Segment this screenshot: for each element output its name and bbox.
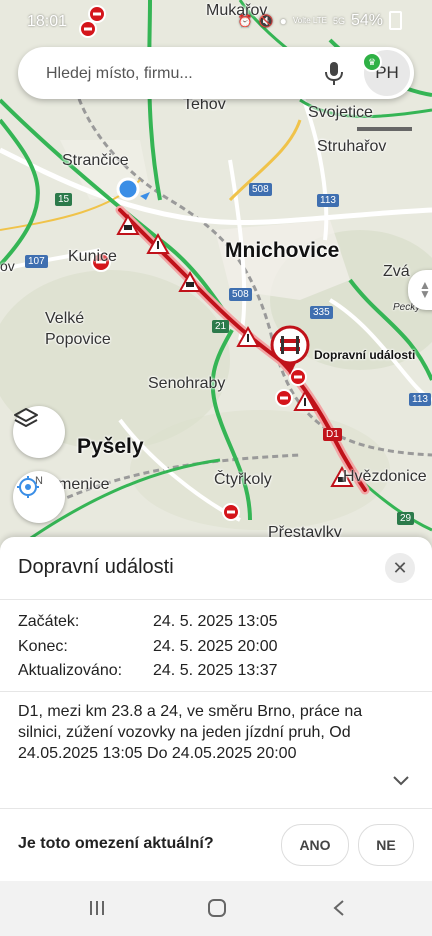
microphone-icon[interactable] [322, 59, 346, 87]
end-label: Konec: [18, 638, 68, 655]
end-value: 24. 5. 2025 20:00 [153, 638, 278, 655]
road-shield-107: 107 [25, 255, 48, 268]
back-icon [333, 900, 344, 916]
road-shield-335: 335 [310, 306, 333, 319]
mute-icon: 🔇 [258, 13, 274, 28]
sheet-title: Dopravní události [18, 556, 174, 578]
divider [0, 808, 432, 809]
place-velke-popovice: Velké Popovice [45, 310, 111, 348]
user-avatar[interactable]: ♛ PH [362, 50, 410, 96]
road-shield-508: 508 [249, 183, 272, 196]
alarm-icon: ⏰ [237, 13, 253, 28]
place-tehov: Tehov [183, 96, 226, 113]
expand-chevron-icon[interactable] [392, 775, 410, 787]
recents-icon [90, 901, 104, 915]
yes-button[interactable]: ANO [281, 824, 349, 866]
road-shield-508-b: 508 [229, 288, 252, 301]
search-input[interactable] [44, 61, 308, 87]
road-shield-21: 21 [212, 320, 230, 333]
divider [0, 691, 432, 692]
feedback-question: Je toto omezení aktuální? [18, 835, 214, 852]
updated-label: Aktualizováno: [18, 662, 123, 679]
place-pysely: Pyšely [77, 435, 144, 458]
place-zva: Zvá [383, 263, 410, 280]
place-struharov: Struhařov [317, 138, 387, 155]
crown-icon: ♛ [362, 52, 382, 72]
side-panel-handle[interactable]: ▲ ▼ [408, 270, 432, 310]
place-senohraby: Senohraby [148, 375, 226, 392]
back-button[interactable] [332, 899, 346, 922]
home-icon [208, 899, 226, 917]
signal-5g-label: 5G [332, 15, 345, 26]
close-icon: ✕ [392, 557, 408, 578]
place-hvezdonice: Hvězdonice [343, 468, 427, 485]
event-description: D1, mezi km 23.8 a 24, ve směru Brno, pr… [18, 703, 363, 762]
search-bar[interactable]: ♛ PH [18, 47, 414, 99]
road-shield-15: 15 [55, 193, 73, 206]
start-row: Začátek: 24. 5. 2025 13:05 [18, 613, 278, 631]
status-bar: 18:01 ⏰ 🔇 ● Volte LTE 5G 54% [0, 0, 432, 40]
home-button[interactable] [207, 899, 227, 922]
start-label: Začátek: [18, 613, 80, 630]
road-shield-d1: D1 [323, 428, 342, 441]
road-shield-113-b: 113 [409, 393, 431, 406]
locate-icon [17, 476, 39, 498]
place-menice: menice [58, 476, 110, 493]
updated-value: 24. 5. 2025 13:37 [153, 662, 278, 679]
layers-icon [14, 408, 38, 427]
place-strancice: Strančice [62, 152, 129, 169]
place-ctyrkoly: Čtyřkoly [214, 471, 272, 488]
current-location-dot [116, 177, 140, 201]
recent-apps-button[interactable] [88, 899, 106, 922]
place-kunice: Kunice [68, 248, 117, 265]
status-time: 18:01 [27, 13, 68, 30]
no-button[interactable]: NE [358, 824, 414, 866]
battery-icon [389, 11, 402, 30]
location-icon: ● [279, 13, 287, 28]
selected-event-label: Dopravní události [314, 348, 416, 362]
place-ov: ov [0, 258, 15, 274]
place-svojetice: Svojetice [308, 104, 373, 121]
chevron-down-icon: ▼ [419, 287, 431, 301]
start-value: 24. 5. 2025 13:05 [153, 613, 278, 630]
traffic-event-sheet: Dopravní události ✕ Začátek: 24. 5. 2025… [0, 537, 432, 881]
divider [0, 599, 432, 600]
end-row: Konec: 24. 5. 2025 20:00 [18, 638, 278, 656]
network-label: Volte LTE [292, 16, 327, 25]
layers-button[interactable] [13, 406, 65, 458]
updated-row: Aktualizováno: 24. 5. 2025 13:37 [18, 662, 278, 680]
system-navigation-bar [0, 881, 432, 936]
road-shield-29: 29 [397, 512, 415, 525]
battery-percent: 54% [350, 11, 383, 29]
compass-button[interactable]: N [13, 471, 65, 523]
close-button[interactable]: ✕ [385, 553, 415, 583]
road-shield-113: 113 [317, 194, 339, 207]
place-mnichovice: Mnichovice [225, 239, 340, 262]
